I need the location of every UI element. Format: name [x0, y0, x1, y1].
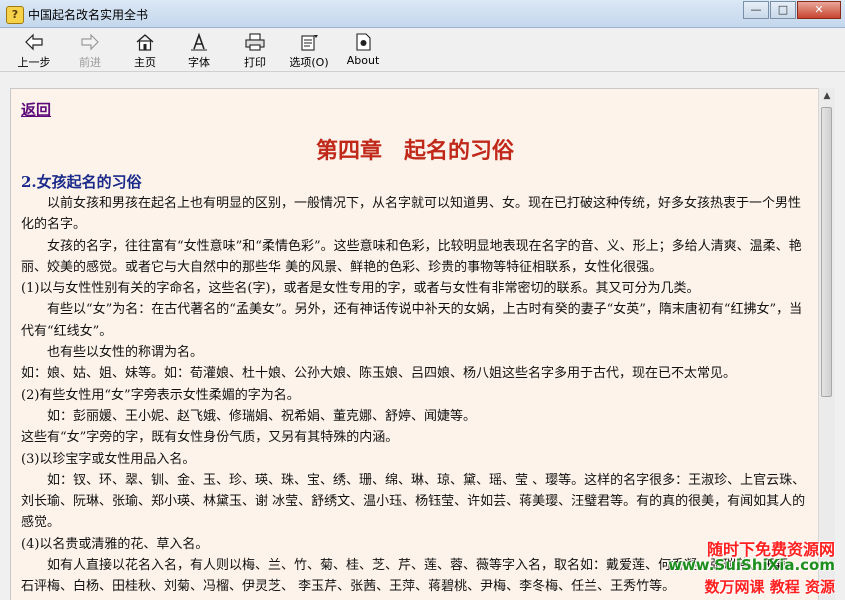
- watermark: 随时下免费资源网 www.SuiShiXia.com 数万网课 教程 资源: [668, 536, 837, 598]
- about-label: About: [346, 54, 380, 67]
- paragraph: 这些有“女”字旁的字，既有女性身份气质，又另有其特殊的内涵。: [21, 430, 399, 446]
- app-icon: ?: [6, 6, 24, 24]
- watermark-line3: 数万网课 教程 资源: [704, 578, 835, 596]
- paragraph: 以前女孩和男孩在起名上也有明显的区别，一般情况下，从名字就可以知道男、女。现在已…: [21, 196, 802, 233]
- paragraph: 女孩的名字，往往富有“女性意味”和“柔情色彩”。这些意味和色彩，比较明显地表现在…: [21, 238, 802, 275]
- paragraph: (3)以珍宝字或女性用品入名。: [21, 451, 196, 467]
- minimize-button[interactable]: —: [743, 1, 769, 19]
- arrow-left-icon: [25, 33, 43, 51]
- window-title: 中国起名改名实用全书: [28, 8, 149, 22]
- print-label: 打印: [244, 56, 266, 69]
- toolbar: 上一步 前进 主页 字体 打印 选项(O) About: [0, 28, 845, 72]
- font-label: 字体: [188, 56, 210, 69]
- paragraph: 也有些以女性的称谓为名。: [47, 345, 204, 361]
- paragraph: 如：钗、环、翠、钏、金、玉、珍、瑛、珠、宝、绣、珊、绵、琳、琼、黛、瑶、莹 、璎…: [21, 472, 806, 531]
- paragraph: 如：娘、姑、姐、妹等。如：荀灌娘、杜十娘、公孙大娘、陈玉娘、吕四娘、杨八姐这些名…: [21, 366, 737, 382]
- close-button[interactable]: ✕: [797, 1, 841, 19]
- options-icon: [301, 35, 318, 51]
- paragraph: (1)以与女性性别有关的字命名，这些名(字)，或者是女性专用的字，或者与女性有非…: [21, 281, 700, 297]
- section-heading: 2.女孩起名的习俗: [21, 173, 142, 191]
- options-label: 选项(O): [289, 56, 329, 69]
- options-button[interactable]: 选项(O): [286, 32, 332, 70]
- maximize-button[interactable]: □: [770, 1, 796, 19]
- forward-button[interactable]: 前进: [72, 32, 108, 70]
- home-label: 主页: [134, 56, 156, 69]
- return-link[interactable]: 返回: [21, 99, 51, 120]
- scroll-thumb[interactable]: [821, 107, 832, 397]
- home-button[interactable]: 主页: [128, 32, 162, 70]
- home-icon: [136, 34, 154, 51]
- back-button[interactable]: 上一步: [14, 32, 54, 70]
- vertical-scrollbar[interactable]: ▲: [818, 88, 835, 600]
- forward-label: 前进: [79, 56, 101, 69]
- chapter-title: 第四章 起名的习俗: [315, 138, 514, 164]
- about-icon: [356, 33, 371, 51]
- print-button[interactable]: 打印: [238, 32, 272, 70]
- printer-icon: [245, 33, 265, 51]
- paragraph: 有些以“女”为名：在古代著名的“孟美女”。另外，还有神话传说中补天的女娲，上古时…: [21, 302, 803, 339]
- scroll-up-icon[interactable]: ▲: [819, 88, 835, 105]
- content-pane: 返回 第四章 起名的习俗 2.女孩起名的习俗 以前女孩和男孩在起名上也有明显的区…: [10, 88, 818, 600]
- font-button[interactable]: 字体: [182, 32, 216, 70]
- arrow-right-icon: [81, 33, 99, 51]
- title-bar[interactable]: ? 中国起名改名实用全书 — □ ✕: [0, 0, 845, 28]
- back-label: 上一步: [17, 56, 51, 69]
- font-icon: [191, 32, 207, 51]
- paragraph: 如：彭丽媛、王小妮、赵飞娥、修瑞娟、祝希娟、董克娜、舒婷、闻婕等。: [47, 408, 477, 424]
- watermark-line2: www.SuiShiXia.com: [668, 556, 835, 574]
- about-button[interactable]: About: [346, 32, 380, 70]
- window-controls: — □ ✕: [742, 1, 841, 21]
- paragraph: (2)有些女性用“女”字旁表示女性柔媚的字为名。: [21, 387, 300, 403]
